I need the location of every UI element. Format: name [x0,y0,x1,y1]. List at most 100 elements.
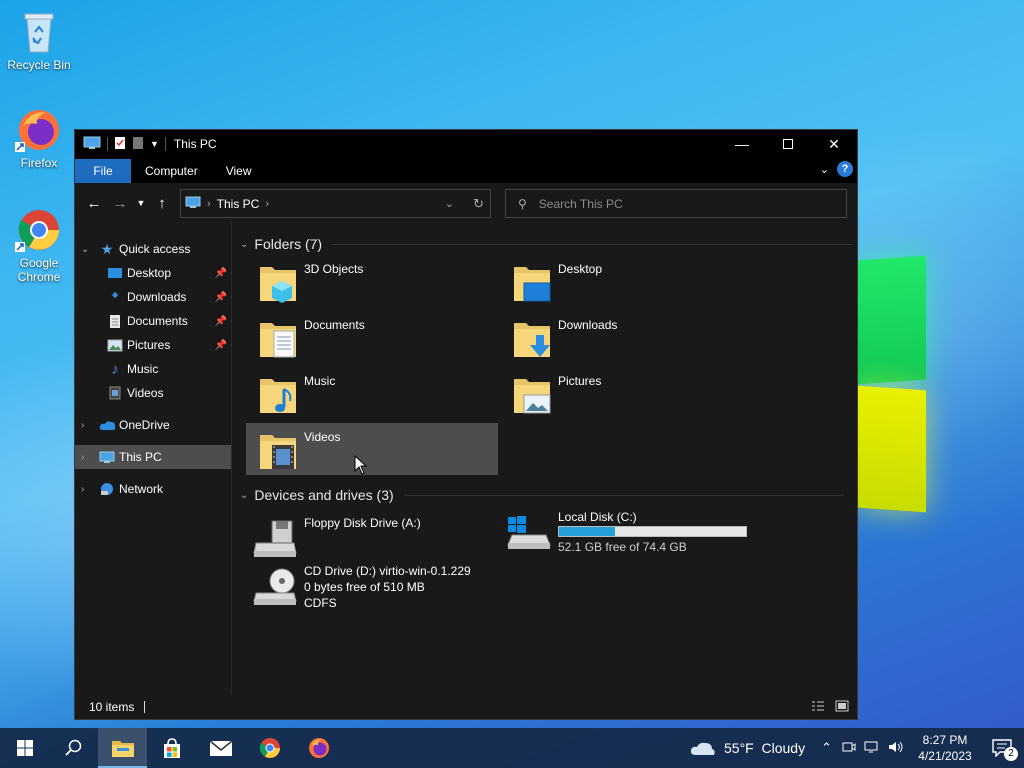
folder-videos[interactable]: Videos [246,423,498,475]
sidebar-item-label: Network [119,482,164,496]
sidebar-item-downloads[interactable]: 🠻 Downloads 📌 [75,285,231,309]
volume-icon[interactable] [888,740,904,757]
expand-chevron-icon[interactable]: › [81,452,84,463]
drive-label: Local Disk (C:) [558,510,637,524]
separator [107,137,108,151]
folders-group-header[interactable]: ⌄ Folders (7) [240,236,853,252]
expand-chevron-icon[interactable]: › [81,420,84,431]
sidebar-item-label: Music [127,362,159,376]
chrome-icon [259,738,280,758]
item-count: 10 items [89,700,135,714]
show-hidden-icons-chevron-icon[interactable]: ⌃ [821,740,832,756]
action-center-button[interactable]: 2 [980,728,1024,768]
folder-music[interactable]: Music [246,367,498,419]
sidebar-item-pictures[interactable]: Pictures 📌 [75,333,231,357]
folder-label: 3D Objects [304,262,364,276]
desktop-icon-label: Recycle Bin [7,58,71,72]
this-pc-icon [185,196,201,212]
search-box[interactable]: ⚲ Search This PC [505,189,847,218]
taskbar-microsoft-store[interactable] [147,728,196,768]
back-button[interactable]: ← [81,190,107,216]
expand-chevron-icon[interactable]: › [81,484,84,495]
taskbar-mail[interactable] [196,728,245,768]
properties-icon[interactable] [114,136,126,153]
clock-date: 4/21/2023 [918,749,972,763]
sidebar-item-onedrive[interactable]: › OneDrive [75,413,231,437]
quick-access-toolbar: ▼ [75,136,166,153]
start-button[interactable] [0,728,49,768]
system-tray: 55°F Cloudy ⌃ 8:27 PM 4/21/2023 2 [690,728,1024,768]
3d-objects-folder-icon [258,261,298,303]
group-title: Folders (7) [254,236,323,252]
drive-local-c[interactable]: Local Disk (C:) 52.1 GB free of 74.4 GB [500,507,752,557]
forward-button[interactable]: → [107,190,133,216]
sidebar-item-desktop[interactable]: Desktop 📌 [75,261,231,285]
close-button[interactable]: ✕ [811,130,857,158]
sidebar-item-videos[interactable]: Videos [75,381,231,405]
address-dropdown-icon[interactable]: ⌄ [445,197,454,210]
drive-label: CD Drive (D:) virtio-win-0.1.229 [304,564,471,578]
up-button[interactable]: ↑ [149,190,175,216]
group-title: Devices and drives (3) [254,487,394,503]
pictures-folder-icon [512,373,552,415]
maximize-button[interactable] [765,130,811,158]
tab-file[interactable]: File [75,159,131,183]
collapse-chevron-icon[interactable]: ⌄ [81,244,89,255]
taskbar-firefox[interactable] [294,728,343,768]
minimize-button[interactable]: — [719,130,765,158]
sidebar-item-music[interactable]: ♪ Music [75,357,231,381]
new-folder-icon[interactable] [132,136,144,153]
refresh-icon[interactable]: ↻ [473,196,484,212]
pin-icon: 📌 [214,339,227,351]
firefox-icon [308,738,329,758]
folder-label: Desktop [558,262,603,276]
customize-toolbar-icon[interactable]: ▼ [150,139,159,149]
desktop-folder-icon [107,265,123,281]
folder-downloads[interactable]: Downloads [500,311,752,363]
clock[interactable]: 8:27 PM 4/21/2023 [910,732,980,764]
folder-label: Pictures [558,374,602,388]
help-icon[interactable]: ? [837,161,853,177]
breadcrumb-this-pc[interactable]: This PC [217,197,260,211]
desktop-icon-chrome[interactable]: Google Chrome [1,206,77,284]
sidebar-item-quick-access[interactable]: ⌄ ★ Quick access [75,237,231,261]
download-arrow-icon: 🠻 [110,287,120,303]
weather-widget[interactable]: 55°F Cloudy [690,740,805,756]
large-icons-view-icon[interactable] [835,700,849,715]
drive-label: Floppy Disk Drive (A:) [304,516,421,530]
music-folder-icon [258,373,298,415]
drive-free-space: 52.1 GB free of 74.4 GB [558,540,687,554]
search-button[interactable] [49,728,98,768]
taskbar-chrome[interactable] [245,728,294,768]
drive-cd-d[interactable]: CD Drive (D:) virtio-win-0.1.229 0 bytes… [246,561,498,617]
desktop-icon-recycle-bin[interactable]: Recycle Bin [1,8,77,72]
folder-label: Videos [304,430,341,444]
tab-computer[interactable]: Computer [131,159,212,183]
expand-ribbon-icon[interactable]: ⌄ [820,163,829,176]
desktop-icon-firefox[interactable]: Firefox [1,106,77,170]
address-bar[interactable]: › This PC › ⌄ ↻ [180,189,491,218]
drive-free-space: 0 bytes free of 510 MB [304,580,425,594]
folder-3d-objects[interactable]: 3D Objects [246,255,498,307]
devices-group-header[interactable]: ⌄ Devices and drives (3) [240,487,844,503]
folder-documents[interactable]: Documents [246,311,498,363]
breadcrumb-chevron-icon[interactable]: › [265,198,269,210]
network-status-icon[interactable] [864,740,880,757]
title-bar[interactable]: ▼ This PC — ✕ [75,130,857,158]
recent-locations-button[interactable]: ▼ [133,190,149,216]
sidebar-item-network[interactable]: › Network [75,477,231,501]
collapse-chevron-icon[interactable]: ⌄ [240,239,248,250]
sidebar-item-documents[interactable]: Documents 📌 [75,309,231,333]
folder-desktop[interactable]: Desktop [500,255,752,307]
sidebar-item-this-pc[interactable]: › This PC [75,445,231,469]
navigation-bar: ← → ▼ ↑ › This PC › ⌄ ↻ ⚲ Search This PC [75,183,857,223]
taskbar-file-explorer[interactable] [98,728,147,768]
collapse-chevron-icon[interactable]: ⌄ [240,490,248,501]
firefox-icon [15,106,63,154]
meet-now-icon[interactable] [842,740,856,757]
tab-view[interactable]: View [212,159,266,183]
details-view-icon[interactable] [811,700,825,715]
drive-floppy[interactable]: Floppy Disk Drive (A:) [246,513,498,563]
folder-pictures[interactable]: Pictures [500,367,752,419]
cd-drive-icon [252,565,298,607]
